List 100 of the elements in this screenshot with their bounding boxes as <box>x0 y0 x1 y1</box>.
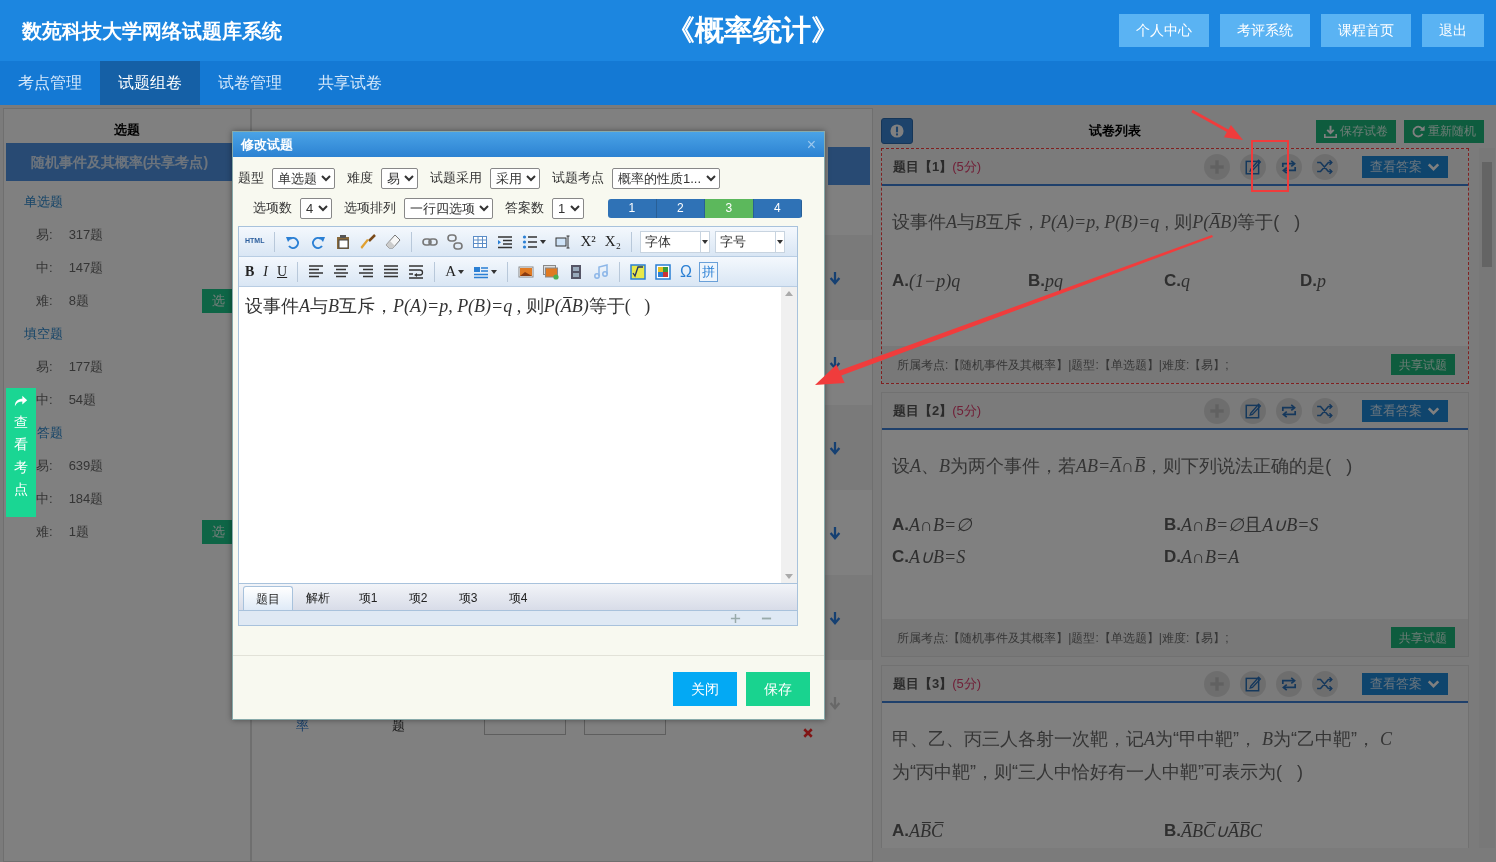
share-arrow-icon <box>13 394 29 408</box>
info-icon <box>890 124 904 138</box>
images-icon[interactable] <box>543 263 559 280</box>
dropdown[interactable]: 采用 <box>490 167 540 189</box>
editor-tab[interactable]: 解析 <box>293 586 343 610</box>
close-dialog-button[interactable]: 关闭 <box>673 672 737 706</box>
music-note-icon[interactable] <box>593 263 609 280</box>
dropdown[interactable]: 易 <box>381 167 418 189</box>
option-label: B. <box>1164 514 1181 537</box>
edit-button[interactable] <box>1240 397 1266 424</box>
template-icon[interactable] <box>655 263 671 280</box>
eraser-icon[interactable] <box>385 233 402 250</box>
replace-button[interactable] <box>1276 153 1302 180</box>
question-count: 1题 <box>68 522 89 541</box>
shuffle-button[interactable] <box>1312 153 1338 180</box>
show-answer-button[interactable]: 查看答案 <box>1362 155 1448 178</box>
edit-button[interactable] <box>1240 153 1266 180</box>
shuffle-button[interactable] <box>1312 397 1338 424</box>
down-arrow-icon[interactable] <box>828 524 842 541</box>
align-left-icon[interactable] <box>308 263 325 280</box>
shuffle-icon <box>1316 674 1334 693</box>
dropdown[interactable]: 一行四选项 <box>404 197 493 219</box>
table-icon[interactable] <box>472 233 489 250</box>
difficulty-label: 中: <box>36 258 53 277</box>
font-size-dropdown[interactable]: 字号 <box>714 230 785 253</box>
scroll-down-icon[interactable] <box>785 574 793 579</box>
dropdown[interactable]: 4 <box>300 197 332 219</box>
indent-icon[interactable] <box>497 233 514 250</box>
scroll-up-icon[interactable] <box>785 291 793 296</box>
superscript-button[interactable]: X² <box>578 230 598 253</box>
difficulty-label: 难: <box>36 291 53 310</box>
header-button[interactable]: 退出 <box>1422 14 1484 47</box>
special-character-button[interactable]: Ω <box>678 260 694 283</box>
unlink-icon[interactable] <box>447 233 464 250</box>
answer-toggle[interactable]: 3 <box>705 198 754 218</box>
question-type-link[interactable]: 答题 <box>37 416 63 449</box>
replace-button[interactable] <box>1276 670 1302 697</box>
question-count: 8题 <box>68 291 89 310</box>
plus-icon[interactable] <box>730 612 741 624</box>
scrollbar[interactable] <box>781 287 797 583</box>
option-label: A. <box>892 820 909 843</box>
justify-icon[interactable] <box>383 263 400 280</box>
editor-tab[interactable]: 项3 <box>443 586 493 610</box>
align-right-icon[interactable] <box>358 263 375 280</box>
editor-tab[interactable]: 项2 <box>393 586 443 610</box>
line-wrap-icon[interactable] <box>408 263 425 280</box>
down-arrow-icon[interactable] <box>828 609 842 626</box>
refresh-icon <box>1412 124 1425 138</box>
down-arrow-icon[interactable] <box>828 439 842 456</box>
info-button[interactable] <box>881 118 913 144</box>
font-dropdown[interactable]: 字体 <box>639 230 710 253</box>
template-bar <box>828 147 870 185</box>
image-icon[interactable] <box>518 263 534 280</box>
show-answer-button[interactable]: 查看答案 <box>1362 399 1448 422</box>
nav-tab[interactable]: 考点管理 <box>0 61 100 105</box>
question-count: 177题 <box>68 357 104 376</box>
underline-button[interactable]: U <box>275 260 290 283</box>
film-icon[interactable] <box>568 263 584 280</box>
answer-toggle[interactable]: 1 <box>608 198 657 218</box>
edit-icon <box>1244 157 1262 176</box>
text-color-button[interactable]: A <box>443 260 466 283</box>
editor-tab[interactable]: 项1 <box>343 586 393 610</box>
highlight-rectangle <box>1251 140 1289 192</box>
question-type-link[interactable]: 单选题 <box>24 185 63 218</box>
field-label: 题型 <box>238 169 264 188</box>
brush-icon[interactable] <box>360 233 377 250</box>
nav-tab[interactable]: 试题组卷 <box>100 61 200 105</box>
show-answer-button[interactable]: 查看答案 <box>1362 672 1448 695</box>
header-button[interactable]: 课程首页 <box>1321 14 1411 47</box>
frame-icon[interactable] <box>555 233 572 250</box>
edit-button[interactable] <box>1240 670 1266 697</box>
header-button[interactable]: 考评系统 <box>1220 14 1310 47</box>
answer-toggle[interactable]: 2 <box>656 198 705 218</box>
formula-icon[interactable] <box>630 263 646 280</box>
pinyin-button[interactable]: 拼 <box>698 261 718 282</box>
nav-tab[interactable]: 共享试卷 <box>300 61 400 105</box>
dropdown[interactable]: 1 <box>552 197 584 219</box>
delete-icon[interactable] <box>802 727 814 739</box>
dropdown[interactable]: 单选题 <box>272 167 335 189</box>
shuffle-button[interactable] <box>1312 670 1338 697</box>
down-arrow-icon[interactable] <box>828 269 842 286</box>
question-score: (5分) <box>952 157 982 176</box>
question-score: (5分) <box>952 674 982 693</box>
bold-button[interactable]: B <box>243 260 257 283</box>
italic-button[interactable]: I <box>261 260 270 283</box>
shuffle-icon <box>1316 157 1334 176</box>
editor-tab[interactable]: 项4 <box>493 586 543 610</box>
header-button[interactable]: 个人中心 <box>1119 14 1209 47</box>
editor-tab[interactable]: 题目 <box>243 586 293 610</box>
option-label: A. <box>892 270 909 293</box>
question-type-link[interactable]: 填空题 <box>24 317 63 350</box>
align-center-icon[interactable] <box>333 263 350 280</box>
answer-toggle[interactable]: 4 <box>753 198 802 218</box>
clipboard-icon[interactable] <box>335 233 352 250</box>
caret-icon <box>701 239 708 244</box>
dropdown[interactable]: 概率的性质1... <box>612 167 720 189</box>
subscript-button[interactable]: X₂ <box>602 230 623 253</box>
nav-tab[interactable]: 试卷管理 <box>200 61 300 105</box>
question-title: 题目【1】 <box>893 157 953 176</box>
replace-button[interactable] <box>1276 397 1302 424</box>
